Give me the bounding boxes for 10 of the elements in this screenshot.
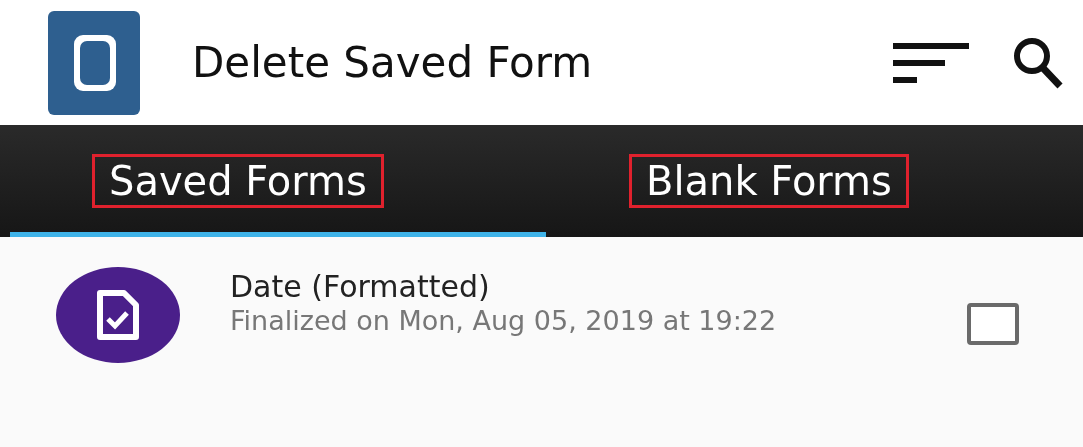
app-logo-icon — [48, 10, 140, 115]
checkbox[interactable] — [967, 303, 1019, 345]
tab[interactable]: Saved Forms — [0, 125, 546, 237]
form-icon — [56, 267, 180, 363]
screen-title: Delete Saved Form — [192, 37, 593, 89]
search-icon[interactable] — [1013, 36, 1063, 89]
tab[interactable]: Blank Forms — [546, 125, 1083, 237]
form-title: Date (Formatted) — [230, 269, 491, 305]
sort-icon[interactable] — [893, 42, 969, 83]
form-status: Finalized on Mon, Aug 05, 2019 at 19:22 — [230, 305, 778, 338]
